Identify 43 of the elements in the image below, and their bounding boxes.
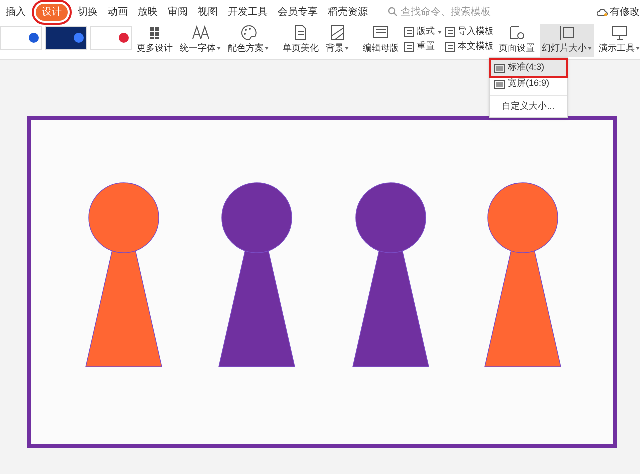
tab[interactable]: 视图 [198, 4, 218, 20]
ribbon-button[interactable]: 重置 [404, 40, 442, 54]
ribbon-button[interactable]: 页面设置 [497, 24, 537, 57]
search-icon [388, 7, 398, 17]
ribbon-button[interactable]: 单页美化 [281, 24, 321, 57]
striped-frame-icon [328, 24, 346, 42]
frame-icon [445, 26, 456, 38]
unsaved-status[interactable]: 有修改 [610, 4, 640, 20]
frame-icon [445, 42, 456, 52]
ribbon-button[interactable]: 演示工具 [597, 24, 640, 57]
ribbon-button[interactable]: 本文模板 [445, 40, 494, 54]
tab[interactable]: 动画 [108, 4, 128, 20]
ribbon-button[interactable]: 编辑母版 [361, 24, 401, 57]
menu-item[interactable]: 标准(4:3) [491, 60, 566, 76]
tab[interactable]: 开发工具 [228, 4, 268, 20]
palette-icon [240, 24, 258, 42]
frame-icon [404, 42, 415, 52]
tab[interactable]: 审阅 [168, 4, 188, 20]
ribbon-button[interactable]: 导入模板 [445, 25, 494, 39]
screen-icon [494, 64, 505, 72]
tab[interactable]: 放映 [138, 4, 158, 20]
slide-frame-icon [558, 24, 576, 42]
template-thumbnail[interactable] [90, 26, 132, 50]
tab[interactable]: 稻壳资源 [328, 4, 368, 20]
tab[interactable]: 会员专享 [278, 4, 318, 20]
ribbon-button[interactable]: 背景 [324, 24, 351, 57]
letters-icon [192, 24, 210, 42]
ribbon-button[interactable]: 配色方案 [226, 24, 271, 57]
search-field[interactable]: 查找命令、搜索模板 [388, 4, 501, 20]
menu-item[interactable]: 自定义大小... [491, 99, 566, 115]
cloud-icon [597, 8, 608, 16]
ribbon-button[interactable]: 版式 [404, 25, 442, 39]
ribbon-button[interactable]: 统一字体 [178, 24, 223, 57]
tab[interactable]: 插入 [6, 4, 26, 20]
tab[interactable]: 切换 [78, 4, 98, 20]
ribbon-button[interactable]: 更多设计 [135, 24, 175, 57]
screen-icon [494, 80, 505, 88]
monitor-icon [610, 24, 628, 42]
menu-item[interactable]: 宽屏(16:9) [491, 76, 566, 92]
template-thumbnail[interactable] [45, 26, 87, 50]
ribbon-button[interactable]: 幻灯片大小 [540, 24, 594, 57]
template-thumbnail[interactable] [0, 26, 42, 50]
frame-icon [404, 26, 415, 38]
